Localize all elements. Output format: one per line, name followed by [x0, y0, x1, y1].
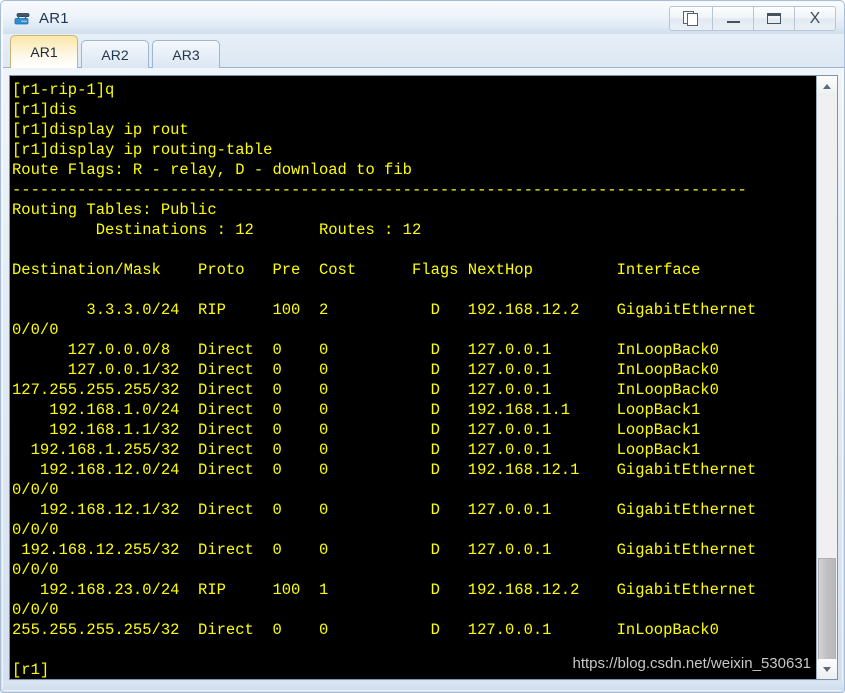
terminal-line: Routing Tables: Public — [12, 201, 217, 219]
close-button[interactable]: X — [795, 6, 836, 31]
scroll-up-button[interactable] — [817, 76, 837, 96]
window-title: AR1 — [39, 9, 69, 27]
terminal-line: 192.168.1.255/32 Direct 0 0 D 127.0.0.1 … — [12, 441, 701, 459]
terminal-line: Destination/Mask Proto Pre Cost Flags Ne… — [12, 261, 701, 279]
window-bottom-strip — [3, 681, 844, 690]
minimize-button[interactable] — [713, 6, 754, 31]
window-controls: X — [669, 5, 836, 32]
tab-ar2-label: AR2 — [101, 46, 129, 63]
terminal-line: 3.3.3.0/24 RIP 100 2 D 192.168.12.2 Giga… — [12, 301, 757, 319]
chevron-up-icon — [823, 83, 831, 89]
title-bar-left: AR1 — [13, 6, 69, 30]
terminal-output[interactable]: [r1-rip-1]q [r1]dis [r1]display ip rout [r1… — [10, 76, 816, 679]
terminal-scrollbar[interactable] — [816, 76, 837, 679]
title-bar[interactable]: AR1 X — [3, 3, 844, 34]
terminal-line: ----------------------------------------… — [12, 181, 747, 199]
terminal-line: 0/0/0 — [12, 601, 59, 619]
terminal-line: 127.0.0.0/8 Direct 0 0 D 127.0.0.1 InLoo… — [12, 341, 719, 359]
terminal-line: 192.168.1.0/24 Direct 0 0 D 192.168.1.1 … — [12, 401, 701, 419]
terminal-line: 0/0/0 — [12, 521, 59, 539]
terminal-line: 255.255.255.255/32 Direct 0 0 D 127.0.0.… — [12, 621, 719, 639]
maximize-button[interactable] — [754, 6, 795, 31]
ar1-window: AR1 X AR1 AR2 AR3 [r1-rip-1]q [r1]dis [r… — [0, 0, 845, 693]
terminal-line: 0/0/0 — [12, 481, 59, 499]
terminal-line: 0/0/0 — [12, 321, 59, 339]
tab-ar3[interactable]: AR3 — [152, 40, 220, 68]
terminal-line: [r1]display ip routing-table — [12, 141, 273, 159]
tab-list: AR1 AR2 AR3 — [10, 35, 220, 68]
minimize-icon — [726, 21, 740, 23]
watermark-text: https://blog.csdn.net/weixin_530631 — [572, 655, 812, 672]
copy-window-button[interactable] — [669, 6, 713, 31]
chevron-down-icon — [823, 666, 831, 672]
terminal-line: 127.255.255.255/32 Direct 0 0 D 127.0.0.… — [12, 381, 719, 399]
tab-strip: AR1 AR2 AR3 — [3, 34, 844, 68]
close-icon: X — [809, 9, 821, 27]
terminal-line: 127.0.0.1/32 Direct 0 0 D 127.0.0.1 InLo… — [12, 361, 719, 379]
tab-ar3-label: AR3 — [172, 46, 200, 63]
terminal-line: 192.168.12.1/32 Direct 0 0 D 127.0.0.1 G… — [12, 501, 757, 519]
terminal-line: 192.168.12.0/24 Direct 0 0 D 192.168.12.… — [12, 461, 757, 479]
terminal-line: 192.168.12.255/32 Direct 0 0 D 127.0.0.1… — [12, 541, 757, 559]
terminal-line: [r1]dis — [12, 101, 78, 119]
terminal-panel: [r1-rip-1]q [r1]dis [r1]display ip rout [r1… — [9, 75, 838, 680]
maximize-icon — [767, 13, 781, 24]
tab-ar2[interactable]: AR2 — [81, 40, 149, 68]
terminal-line: 0/0/0 — [12, 561, 59, 579]
terminal-line: [r1]display ip rout — [12, 121, 189, 139]
terminal-line: 192.168.23.0/24 RIP 100 1 D 192.168.12.2… — [12, 581, 757, 599]
terminal-line: Route Flags: R - relay, D - download to … — [12, 161, 412, 179]
scrollbar-thumb[interactable] — [818, 558, 836, 668]
tab-ar1[interactable]: AR1 — [10, 35, 78, 68]
scroll-down-button[interactable] — [817, 659, 837, 679]
copy-icon — [683, 11, 699, 26]
terminal-text: [r1-rip-1]q [r1]dis [r1]display ip rout [r1… — [12, 80, 816, 679]
terminal-line: Destinations : 12 Routes : 12 — [12, 221, 422, 239]
tab-ar1-label: AR1 — [30, 44, 58, 60]
terminal-line: 192.168.1.1/32 Direct 0 0 D 127.0.0.1 Lo… — [12, 421, 701, 439]
router-icon — [13, 9, 32, 28]
terminal-line: [r1-rip-1]q — [12, 81, 115, 99]
